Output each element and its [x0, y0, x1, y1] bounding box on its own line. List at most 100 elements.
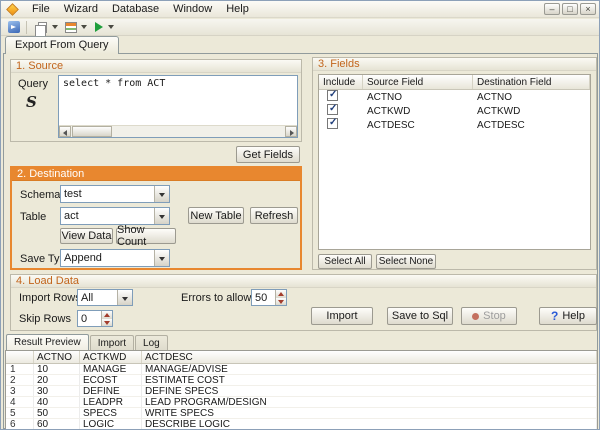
import-rows-value: All: [81, 292, 94, 304]
tab-export-from-query[interactable]: Export From Query: [5, 36, 119, 54]
import-rows-label: Import Rows: [19, 292, 81, 304]
table-label: Table: [20, 211, 47, 223]
show-count-button[interactable]: Show Count: [116, 224, 176, 248]
tab-log[interactable]: Log: [135, 335, 168, 350]
new-table-button[interactable]: New Table: [188, 207, 244, 224]
exit-toolbar-button[interactable]: [5, 20, 23, 35]
source-field-cell: ACTDESC: [367, 119, 415, 131]
actkwd-cell: LOGIC: [80, 419, 142, 429]
table-select[interactable]: act: [60, 207, 170, 225]
dropdown-icon[interactable]: [154, 250, 169, 266]
app-icon: [6, 2, 19, 16]
column-header-actkwd[interactable]: ACTKWD: [80, 351, 142, 363]
include-checkbox[interactable]: [327, 89, 338, 101]
destination-group: 2. Destination Schema test Table act New…: [10, 166, 302, 270]
help-button[interactable]: ? Help: [539, 307, 597, 325]
save-type-value: Append: [64, 252, 102, 264]
tab-result-preview[interactable]: Result Preview: [6, 334, 89, 350]
import-button[interactable]: Import: [311, 307, 373, 325]
preview-tabstrip: Result Preview Import Log: [6, 334, 169, 350]
actdesc-cell: DEFINE SPECS: [142, 386, 597, 397]
table-row[interactable]: 2 20 ECOST ESTIMATE COST: [6, 375, 597, 386]
skip-rows-value: 0: [81, 313, 88, 325]
help-icon: ?: [551, 309, 559, 323]
column-header-destination-field[interactable]: Destination Field: [473, 75, 590, 89]
chevron-down-icon: [52, 25, 58, 29]
actno-cell: 30: [34, 386, 80, 397]
column-header-include[interactable]: Include: [319, 75, 363, 89]
table-row[interactable]: 3 30 DEFINE DEFINE SPECS: [6, 386, 597, 397]
table-value: act: [64, 210, 79, 222]
select-none-button[interactable]: Select None: [376, 254, 436, 269]
menu-item-window[interactable]: Window: [166, 1, 219, 18]
row-number: 6: [6, 419, 34, 429]
spin-down-icon[interactable]: [102, 318, 112, 326]
save-to-sql-button[interactable]: Save to Sql: [387, 307, 453, 325]
schema-value: test: [64, 188, 82, 200]
spin-down-icon[interactable]: [276, 297, 286, 305]
maximize-button[interactable]: [562, 3, 578, 15]
refresh-button[interactable]: Refresh: [250, 207, 298, 224]
menu-item-database[interactable]: Database: [105, 1, 166, 18]
field-row[interactable]: ACTDESC ACTDESC: [319, 117, 590, 132]
column-header-actno[interactable]: ACTNO: [34, 351, 80, 363]
menu-item-help[interactable]: Help: [219, 1, 256, 18]
chevron-down-icon: [108, 25, 114, 29]
skip-rows-stepper[interactable]: 0: [77, 310, 113, 327]
scrollbar-thumb[interactable]: [72, 126, 112, 137]
actno-cell: 20: [34, 375, 80, 386]
query-editor[interactable]: select * from ACT: [58, 75, 298, 138]
save-type-select[interactable]: Append: [60, 249, 170, 267]
actkwd-cell: SPECS: [80, 408, 142, 419]
menu-item-file[interactable]: File: [25, 1, 57, 18]
table-row[interactable]: 5 50 SPECS WRITE SPECS: [6, 408, 597, 419]
column-header-actdesc[interactable]: ACTDESC: [142, 351, 597, 363]
errors-to-allow-label: Errors to allow: [181, 292, 252, 304]
menu-item-wizard[interactable]: Wizard: [57, 1, 105, 18]
run-icon: [95, 22, 103, 32]
actno-cell: 40: [34, 397, 80, 408]
dropdown-icon[interactable]: [154, 208, 169, 224]
scroll-right-icon[interactable]: [285, 126, 297, 137]
exit-icon: [8, 21, 20, 33]
chevron-down-icon: [81, 25, 87, 29]
select-all-button[interactable]: Select All: [318, 254, 372, 269]
include-checkbox[interactable]: [327, 103, 338, 115]
field-row[interactable]: ACTKWD ACTKWD: [319, 103, 590, 118]
query-horizontal-scrollbar[interactable]: [59, 125, 297, 137]
stop-icon: [472, 312, 480, 320]
schema-select[interactable]: test: [60, 185, 170, 203]
scroll-left-icon[interactable]: [59, 126, 71, 137]
menubar: File Wizard Database Window Help: [1, 1, 599, 18]
copy-toolbar-button[interactable]: [30, 20, 61, 38]
actno-cell: 60: [34, 419, 80, 429]
column-header-source-field[interactable]: Source Field: [363, 75, 473, 89]
dropdown-icon[interactable]: [154, 186, 169, 202]
errors-to-allow-stepper[interactable]: 50: [251, 289, 287, 306]
fields-grid-header: Include Source Field Destination Field: [319, 75, 590, 90]
import-rows-select[interactable]: All: [77, 289, 133, 306]
tab-import[interactable]: Import: [89, 335, 135, 350]
table-row[interactable]: 6 60 LOGIC DESCRIBE LOGIC: [6, 419, 597, 429]
row-number: 1: [6, 364, 34, 375]
table-row[interactable]: 4 40 LEADPR LEAD PROGRAM/DESIGN: [6, 397, 597, 408]
minimize-button[interactable]: [544, 3, 560, 15]
close-button[interactable]: [580, 3, 596, 15]
row-number-column-header: [6, 351, 34, 363]
main-panel: 1. Source Query S select * from ACT Get …: [3, 53, 598, 429]
export-table-icon: [65, 21, 77, 33]
export-toolbar-button[interactable]: [61, 20, 90, 35]
load-data-group: 4. Load Data Import Rows All Errors to a…: [10, 274, 597, 331]
stop-button[interactable]: Stop: [461, 307, 517, 325]
source-field-cell: ACTNO: [367, 91, 402, 103]
view-data-button[interactable]: View Data: [60, 228, 113, 244]
table-row[interactable]: 1 10 MANAGE MANAGE/ADVISE: [6, 364, 597, 375]
spin-up-icon[interactable]: [276, 290, 286, 298]
dropdown-icon[interactable]: [117, 290, 132, 305]
include-checkbox[interactable]: [327, 117, 338, 129]
copy-icon: [35, 21, 47, 38]
spin-up-icon[interactable]: [102, 311, 112, 319]
field-row[interactable]: ACTNO ACTNO: [319, 89, 590, 104]
get-fields-button[interactable]: Get Fields: [236, 146, 300, 163]
run-toolbar-button[interactable]: [90, 20, 117, 35]
